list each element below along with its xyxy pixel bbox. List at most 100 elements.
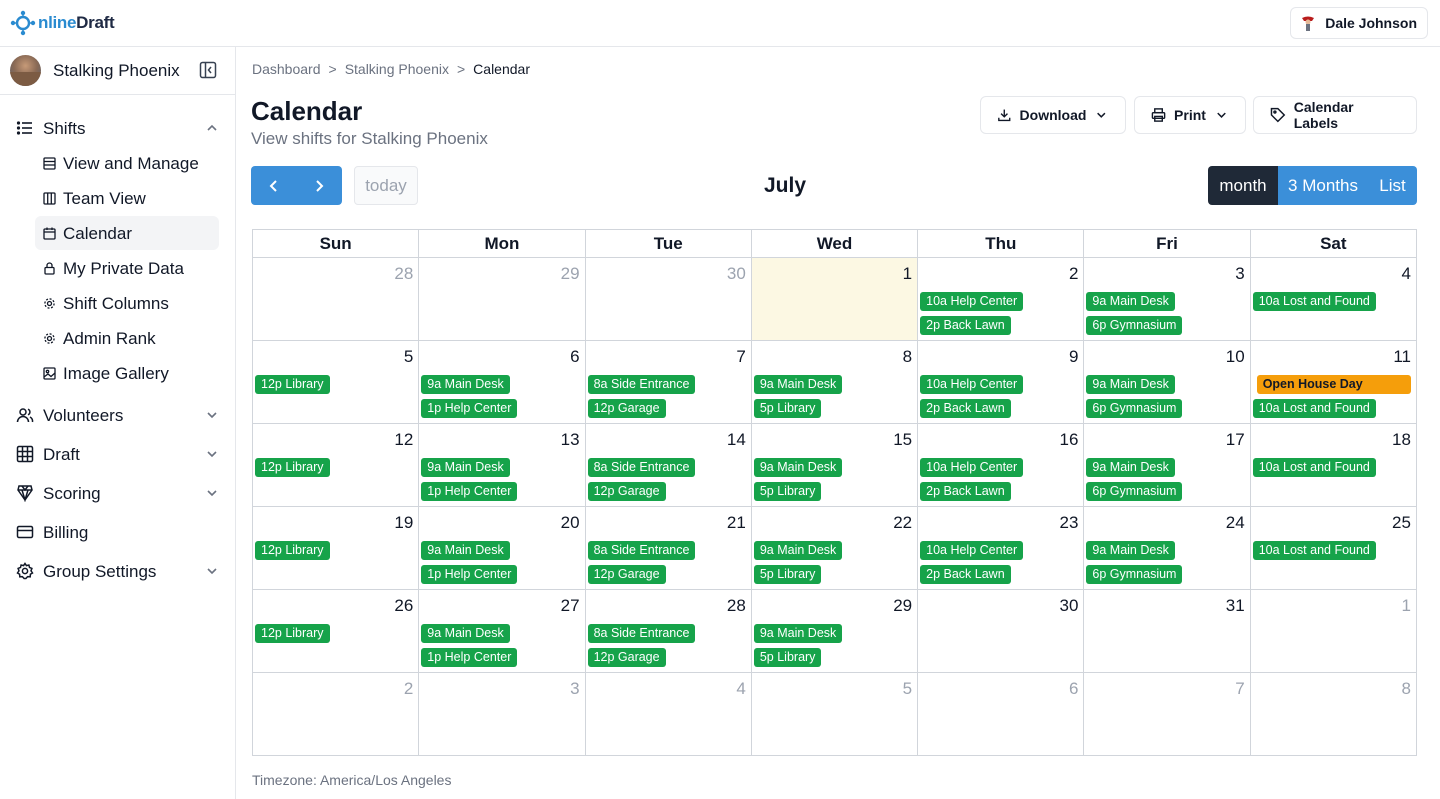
- calendar-event[interactable]: 10a Lost and Found: [1252, 458, 1376, 477]
- calendar-day[interactable]: 23 10a Help Center 2p Back Lawn: [918, 507, 1085, 589]
- prev-button[interactable]: [251, 166, 296, 205]
- day-number[interactable]: 12: [394, 430, 413, 450]
- day-number[interactable]: 28: [727, 596, 746, 616]
- calendar-event[interactable]: 12p Library: [255, 624, 330, 643]
- calendar-event[interactable]: 10a Lost and Found: [1252, 292, 1376, 311]
- calendar-event[interactable]: 9a Main Desk: [1086, 458, 1175, 477]
- calendar-event[interactable]: 8a Side Entrance: [587, 624, 696, 643]
- sidebar-item-draft[interactable]: Draft: [8, 437, 226, 471]
- calendar-event[interactable]: 9a Main Desk: [753, 624, 843, 643]
- day-number[interactable]: 11: [1393, 347, 1411, 367]
- day-number[interactable]: 5: [404, 347, 413, 367]
- calendar-event[interactable]: 10a Help Center: [920, 292, 1024, 311]
- sidebar-item-volunteers[interactable]: Volunteers: [8, 398, 226, 432]
- calendar-day[interactable]: 27 9a Main Desk 1p Help Center: [419, 590, 586, 672]
- calendar-day[interactable]: 19 12p Library: [253, 507, 420, 589]
- calendar-event[interactable]: 10a Help Center: [920, 541, 1024, 560]
- day-number[interactable]: 17: [1226, 430, 1245, 450]
- day-number[interactable]: 3: [1235, 264, 1244, 284]
- day-number[interactable]: 13: [561, 430, 580, 450]
- calendar-event[interactable]: 9a Main Desk: [753, 375, 843, 394]
- calendar-event[interactable]: 10a Help Center: [920, 375, 1024, 394]
- day-number[interactable]: 2: [1069, 264, 1078, 284]
- sidebar-subitem-image-gallery[interactable]: Image Gallery: [35, 356, 219, 390]
- day-number[interactable]: 16: [1059, 430, 1078, 450]
- day-number[interactable]: 28: [394, 264, 413, 284]
- calendar-day[interactable]: 17 9a Main Desk 6p Gymnasium: [1084, 424, 1251, 506]
- calendar-event[interactable]: 9a Main Desk: [421, 458, 510, 477]
- calendar-day[interactable]: 1: [1251, 590, 1416, 672]
- calendar-day[interactable]: 8: [1251, 673, 1416, 756]
- day-number[interactable]: 18: [1392, 430, 1411, 450]
- sidebar-subitem-shift-columns[interactable]: Shift Columns: [35, 286, 219, 320]
- day-number[interactable]: 30: [1059, 596, 1078, 616]
- sidebar-item-billing[interactable]: Billing: [8, 515, 226, 549]
- calendar-day[interactable]: 3 9a Main Desk 6p Gymnasium: [1084, 258, 1251, 340]
- day-number[interactable]: 1: [1402, 596, 1411, 616]
- calendar-day[interactable]: 16 10a Help Center 2p Back Lawn: [918, 424, 1085, 506]
- calendar-day[interactable]: 21 8a Side Entrance 12p Garage: [586, 507, 752, 589]
- calendar-day[interactable]: 2: [253, 673, 420, 756]
- org-switcher[interactable]: Stalking Phoenix: [0, 47, 235, 95]
- day-number[interactable]: 30: [727, 264, 746, 284]
- sidebar-subitem-team-view[interactable]: Team View: [35, 181, 219, 215]
- day-number[interactable]: 15: [893, 430, 912, 450]
- calendar-event[interactable]: 12p Library: [255, 375, 330, 394]
- calendar-event[interactable]: 8a Side Entrance: [587, 375, 696, 394]
- calendar-day[interactable]: 30: [918, 590, 1085, 672]
- calendar-day[interactable]: 4 10a Lost and Found: [1251, 258, 1416, 340]
- day-number[interactable]: 4: [1402, 264, 1411, 284]
- day-number[interactable]: 6: [1069, 679, 1078, 699]
- breadcrumb-link-org[interactable]: Stalking Phoenix: [345, 61, 449, 77]
- calendar-day[interactable]: 5 12p Library: [253, 341, 420, 423]
- view-list-button[interactable]: List: [1368, 166, 1417, 205]
- calendar-event[interactable]: 12p Garage: [587, 482, 666, 501]
- calendar-allday-event[interactable]: Open House Day: [1256, 375, 1411, 394]
- calendar-day[interactable]: 12 12p Library: [253, 424, 420, 506]
- calendar-day[interactable]: 2 10a Help Center 2p Back Lawn: [918, 258, 1085, 340]
- day-number[interactable]: 29: [893, 596, 912, 616]
- calendar-event[interactable]: 2p Back Lawn: [920, 316, 1011, 335]
- day-number[interactable]: 5: [903, 679, 912, 699]
- calendar-day[interactable]: 28: [253, 258, 420, 340]
- calendar-event[interactable]: 6p Gymnasium: [1086, 565, 1183, 584]
- day-number[interactable]: 9: [1069, 347, 1078, 367]
- calendar-event[interactable]: 9a Main Desk: [421, 541, 510, 560]
- calendar-day[interactable]: 5: [752, 673, 919, 756]
- calendar-event[interactable]: 2p Back Lawn: [920, 482, 1011, 501]
- calendar-event[interactable]: 10a Lost and Found: [1252, 399, 1376, 418]
- day-number[interactable]: 23: [1059, 513, 1078, 533]
- day-number[interactable]: 10: [1226, 347, 1245, 367]
- calendar-day[interactable]: 11 Open House Day 10a Lost and Found: [1251, 341, 1416, 423]
- calendar-day[interactable]: 24 9a Main Desk 6p Gymnasium: [1084, 507, 1251, 589]
- calendar-day[interactable]: 4: [586, 673, 752, 756]
- calendar-event[interactable]: 9a Main Desk: [1086, 292, 1175, 311]
- calendar-event[interactable]: 8a Side Entrance: [587, 458, 696, 477]
- day-number[interactable]: 7: [736, 347, 745, 367]
- day-number[interactable]: 2: [404, 679, 413, 699]
- calendar-day[interactable]: 30: [586, 258, 752, 340]
- calendar-event[interactable]: 12p Garage: [587, 648, 666, 667]
- calendar-day[interactable]: 31: [1084, 590, 1251, 672]
- calendar-day[interactable]: 20 9a Main Desk 1p Help Center: [419, 507, 586, 589]
- day-number[interactable]: 1: [903, 264, 912, 284]
- calendar-event[interactable]: 5p Library: [753, 482, 822, 501]
- calendar-event[interactable]: 12p Garage: [587, 399, 666, 418]
- day-number[interactable]: 21: [727, 513, 746, 533]
- calendar-event[interactable]: 2p Back Lawn: [920, 565, 1011, 584]
- calendar-event[interactable]: 5p Library: [753, 399, 822, 418]
- sidebar-subitem-my-private-data[interactable]: My Private Data: [35, 251, 219, 285]
- day-number[interactable]: 25: [1392, 513, 1411, 533]
- calendar-day[interactable]: 6 9a Main Desk 1p Help Center: [419, 341, 586, 423]
- calendar-day[interactable]: 7 8a Side Entrance 12p Garage: [586, 341, 752, 423]
- day-number[interactable]: 27: [561, 596, 580, 616]
- sidebar-collapse-icon[interactable]: [199, 61, 217, 79]
- calendar-event[interactable]: 5p Library: [753, 565, 822, 584]
- day-number[interactable]: 7: [1235, 679, 1244, 699]
- calendar-day[interactable]: 8 9a Main Desk 5p Library: [752, 341, 919, 423]
- calendar-event[interactable]: 10a Help Center: [920, 458, 1024, 477]
- calendar-day[interactable]: 25 10a Lost and Found: [1251, 507, 1416, 589]
- sidebar-subitem-calendar[interactable]: Calendar: [35, 216, 219, 250]
- day-number[interactable]: 14: [727, 430, 746, 450]
- calendar-day[interactable]: 7: [1084, 673, 1251, 756]
